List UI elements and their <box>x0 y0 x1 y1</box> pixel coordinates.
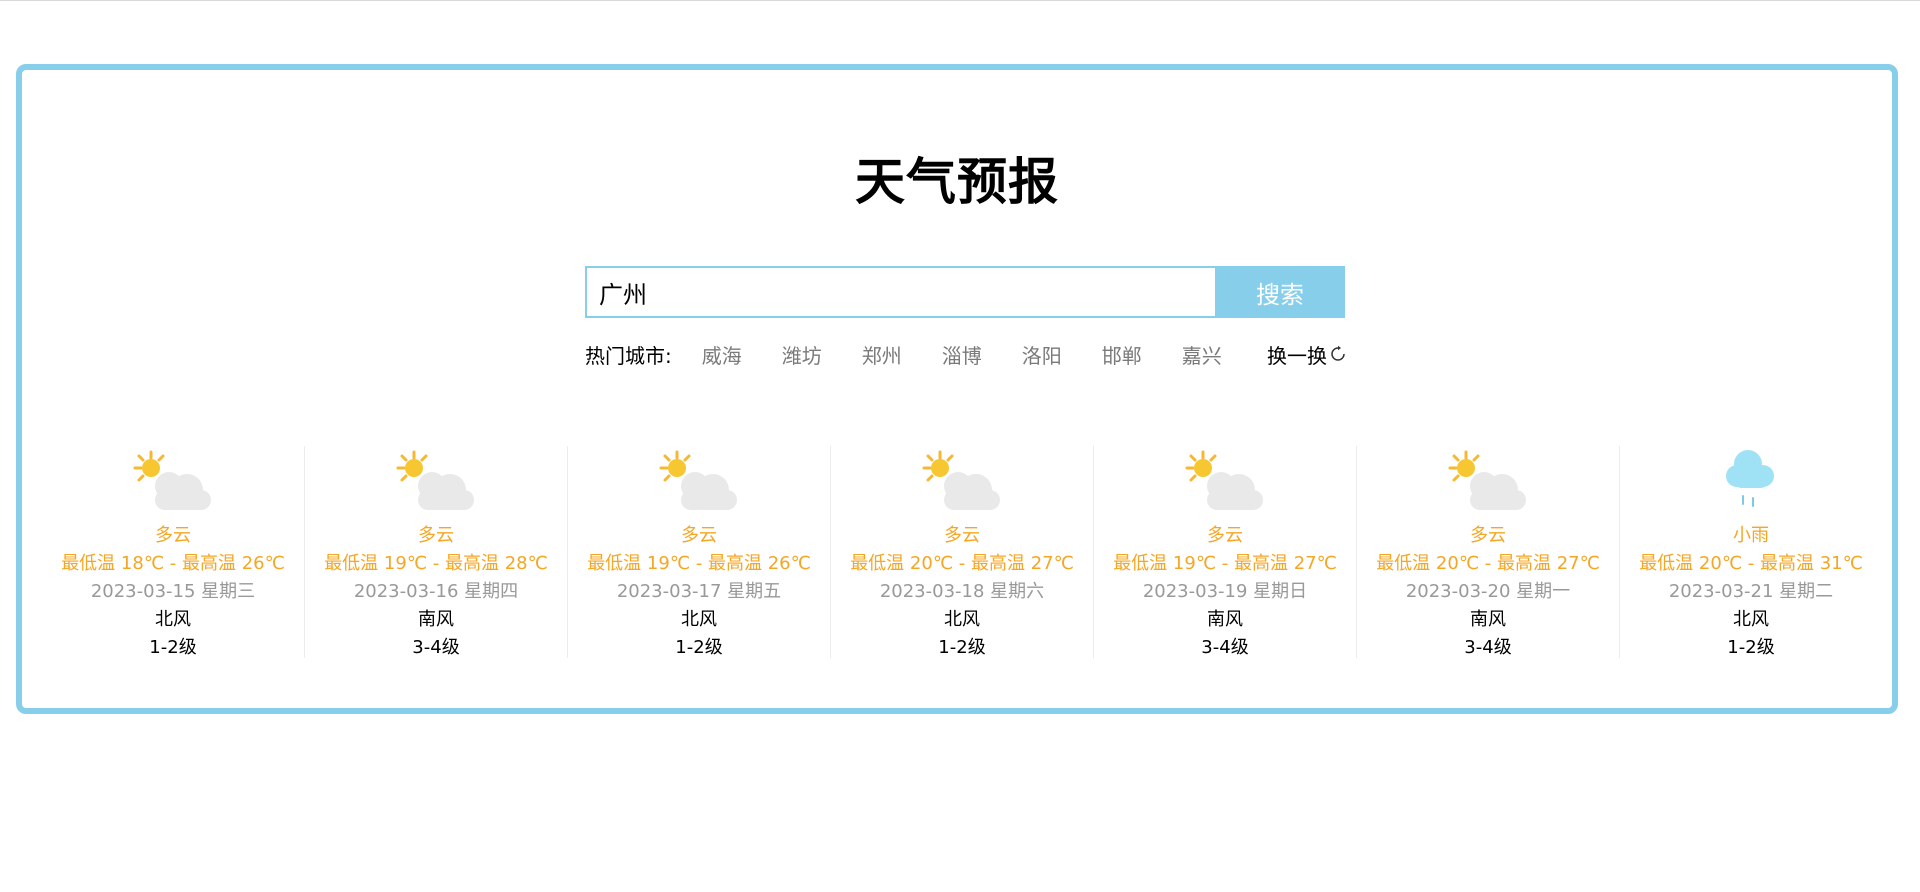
hot-city-link[interactable]: 潍坊 <box>782 340 822 369</box>
weather-condition: 多云 <box>944 525 980 546</box>
partly-cloudy-icon <box>133 450 211 510</box>
forecast-date: 2023-03-18 星期六 <box>879 581 1045 602</box>
forecast-day: 多云 最低温 19℃ - 最高温 26℃ 2023-03-17 星期五 北风 1… <box>568 446 831 658</box>
temperature-range: 最低温 19℃ - 最高温 27℃ <box>1113 553 1337 574</box>
forecast-list: 多云 最低温 18℃ - 最高温 26℃ 2023-03-15 星期三 北风 1… <box>42 440 1882 660</box>
weather-condition: 小雨 <box>1733 525 1769 546</box>
forecast-date: 2023-03-17 星期五 <box>616 581 782 602</box>
weather-condition: 多云 <box>155 525 191 546</box>
forecast-date: 2023-03-19 星期日 <box>1142 581 1308 602</box>
hot-cities-label: 热门城市: <box>585 343 672 368</box>
hot-city-link[interactable]: 邯郸 <box>1102 340 1142 369</box>
forecast-day: 多云 最低温 20℃ - 最高温 27℃ 2023-03-18 星期六 北风 1… <box>831 446 1094 658</box>
hot-city-link[interactable]: 淄博 <box>942 340 982 369</box>
hot-cities: 热门城市: 威海 潍坊 郑州 淄博 洛阳 邯郸 嘉兴 换一换 <box>585 338 1347 370</box>
partly-cloudy-icon <box>396 450 474 510</box>
forecast-day: 多云 最低温 19℃ - 最高温 28℃ 2023-03-16 星期四 南风 3… <box>305 446 568 658</box>
temperature-range: 最低温 20℃ - 最高温 31℃ <box>1639 553 1863 574</box>
weather-panel: 天气预报 搜索 热门城市: 威海 潍坊 郑州 淄博 洛阳 邯郸 嘉兴 换一换 <box>16 64 1898 714</box>
search-bar: 搜索 <box>585 266 1345 318</box>
wind-level: 1-2级 <box>149 637 197 658</box>
forecast-day: 多云 最低温 20℃ - 最高温 27℃ 2023-03-20 星期一 南风 3… <box>1357 446 1620 658</box>
forecast-day: 多云 最低温 18℃ - 最高温 26℃ 2023-03-15 星期三 北风 1… <box>42 446 305 658</box>
wind-level: 3-4级 <box>412 637 460 658</box>
wind-level: 3-4级 <box>1201 637 1249 658</box>
weather-condition: 多云 <box>681 525 717 546</box>
wind-direction: 南风 <box>1207 609 1243 630</box>
search-input[interactable] <box>585 266 1215 318</box>
forecast-date: 2023-03-15 星期三 <box>90 581 256 602</box>
partly-cloudy-icon <box>1185 450 1263 510</box>
weather-condition: 多云 <box>1470 525 1506 546</box>
wind-direction: 北风 <box>944 609 980 630</box>
hot-city-link[interactable]: 洛阳 <box>1022 340 1062 369</box>
wind-direction: 北风 <box>1733 609 1769 630</box>
refresh-cities-button[interactable]: 换一换 <box>1267 340 1347 369</box>
forecast-day: 多云 最低温 19℃ - 最高温 27℃ 2023-03-19 星期日 南风 3… <box>1094 446 1357 658</box>
top-divider <box>0 0 1920 1</box>
temperature-range: 最低温 18℃ - 最高温 26℃ <box>61 553 285 574</box>
temperature-range: 最低温 20℃ - 最高温 27℃ <box>1376 553 1600 574</box>
refresh-icon <box>1331 345 1345 361</box>
weather-condition: 多云 <box>1207 525 1243 546</box>
wind-direction: 北风 <box>681 609 717 630</box>
wind-level: 3-4级 <box>1464 637 1512 658</box>
hot-city-link[interactable]: 威海 <box>702 340 742 369</box>
wind-level: 1-2级 <box>675 637 723 658</box>
search-button[interactable]: 搜索 <box>1215 266 1345 318</box>
forecast-day: 小雨 最低温 20℃ - 最高温 31℃ 2023-03-21 星期二 北风 1… <box>1620 446 1882 658</box>
wind-level: 1-2级 <box>938 637 986 658</box>
forecast-date: 2023-03-20 星期一 <box>1405 581 1571 602</box>
partly-cloudy-icon <box>1448 450 1526 510</box>
partly-cloudy-icon <box>922 450 1000 510</box>
hot-city-link[interactable]: 嘉兴 <box>1182 340 1222 369</box>
hot-city-link[interactable]: 郑州 <box>862 340 902 369</box>
wind-direction: 南风 <box>418 609 454 630</box>
wind-direction: 南风 <box>1470 609 1506 630</box>
temperature-range: 最低温 19℃ - 最高温 26℃ <box>587 553 811 574</box>
forecast-date: 2023-03-16 星期四 <box>353 581 519 602</box>
temperature-range: 最低温 20℃ - 最高温 27℃ <box>850 553 1074 574</box>
wind-direction: 北风 <box>155 609 191 630</box>
wind-level: 1-2级 <box>1727 637 1775 658</box>
temperature-range: 最低温 19℃ - 最高温 28℃ <box>324 553 548 574</box>
forecast-date: 2023-03-21 星期二 <box>1668 581 1834 602</box>
light-rain-icon <box>1726 450 1774 507</box>
page-title: 天气预报 <box>855 153 1059 211</box>
partly-cloudy-icon <box>659 450 737 510</box>
weather-condition: 多云 <box>418 525 454 546</box>
refresh-label: 换一换 <box>1267 343 1327 368</box>
